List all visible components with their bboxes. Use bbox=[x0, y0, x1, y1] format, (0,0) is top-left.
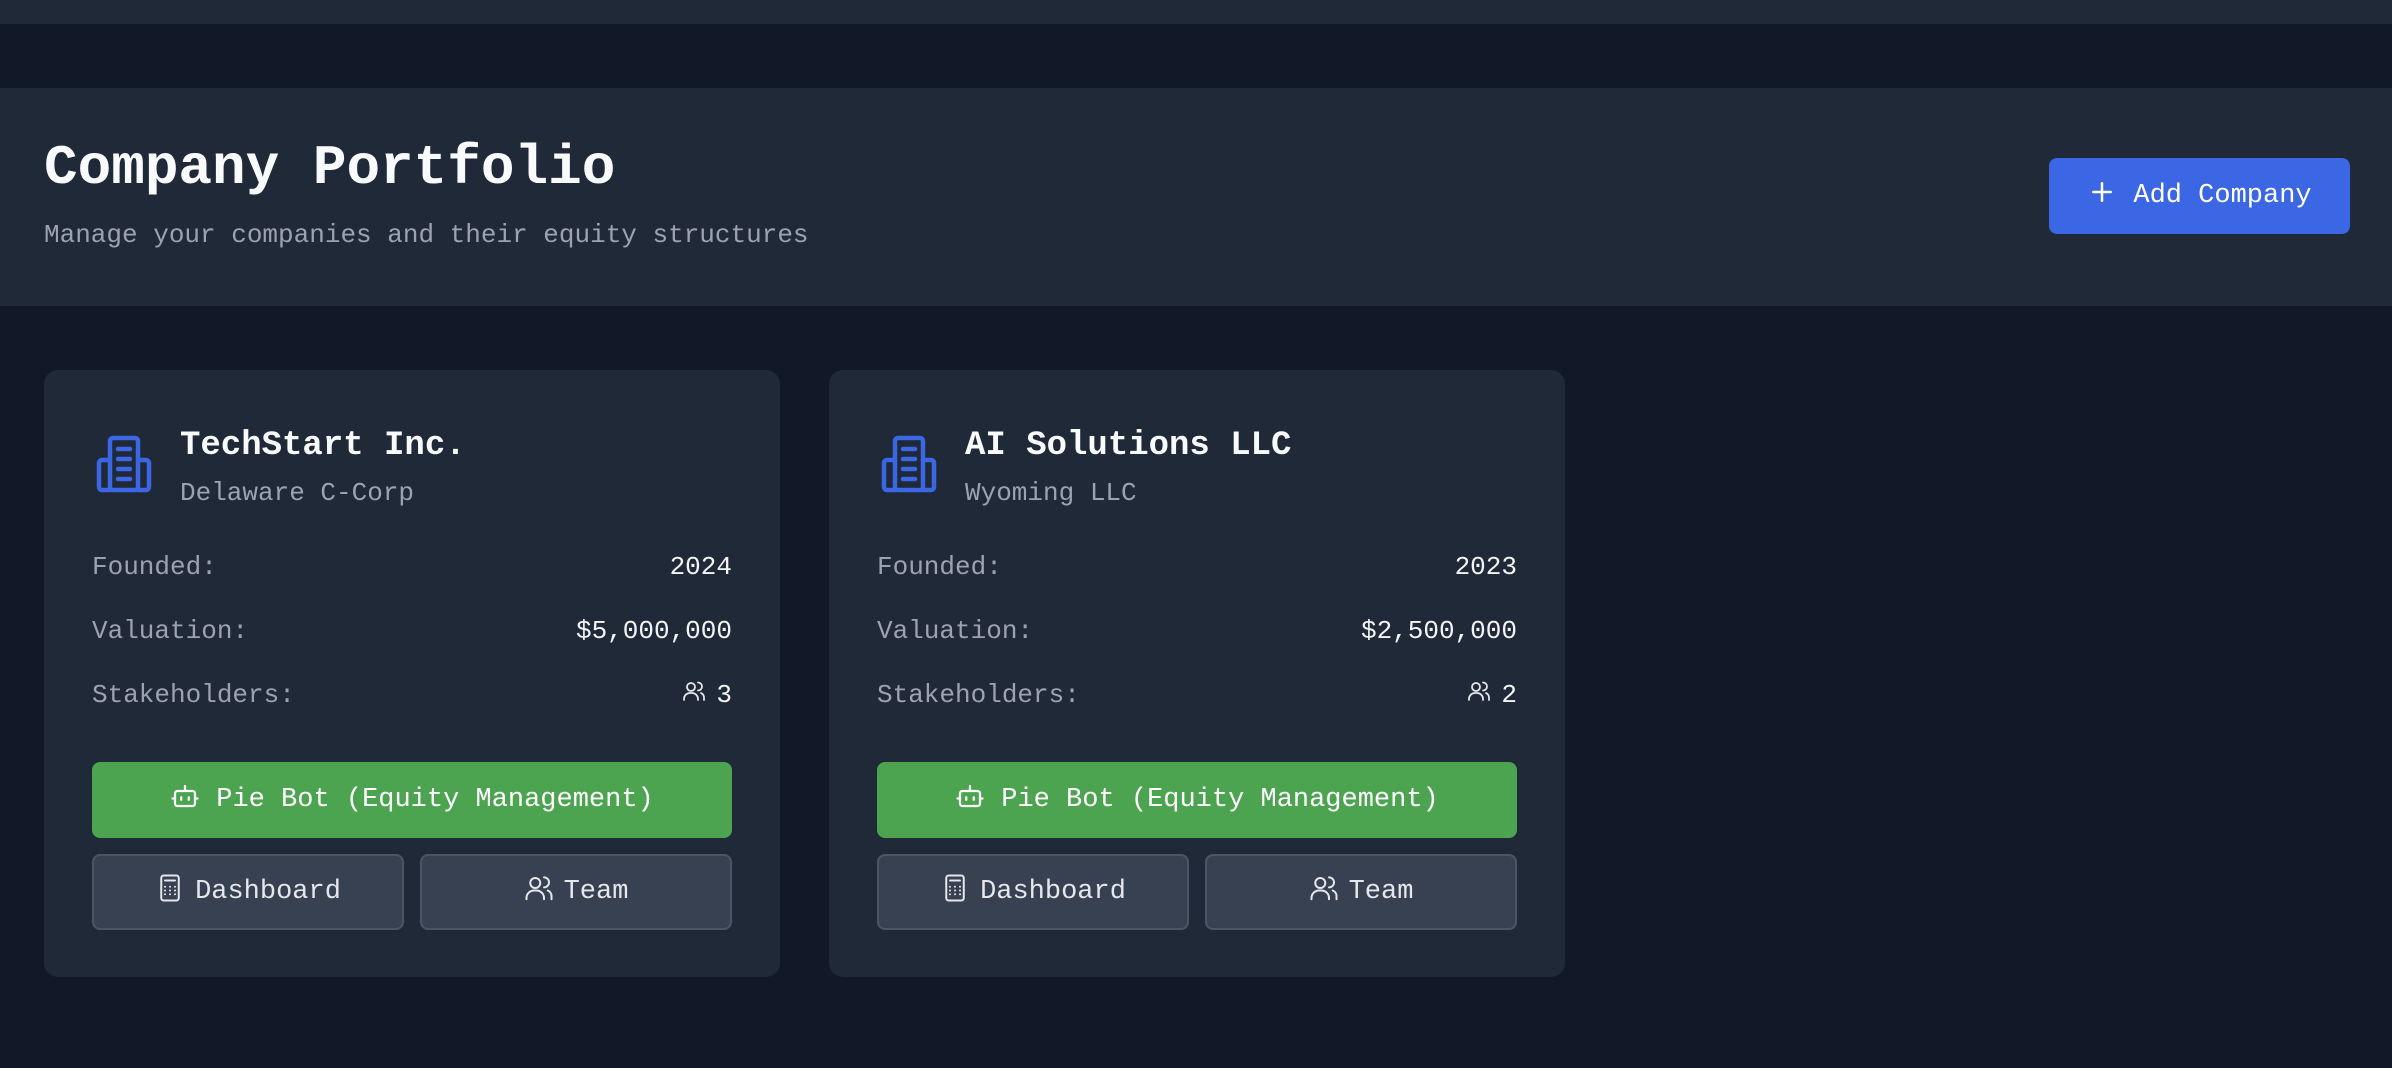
bot-icon bbox=[955, 781, 985, 820]
bot-icon bbox=[170, 781, 200, 820]
dashboard-button[interactable]: Dashboard bbox=[877, 854, 1189, 930]
team-button[interactable]: Team bbox=[420, 854, 732, 930]
page-subtitle: Manage your companies and their equity s… bbox=[44, 220, 809, 250]
stakeholders-count: 3 bbox=[716, 680, 732, 710]
stakeholders-label: Stakeholders: bbox=[92, 680, 295, 710]
founded-row: Founded: 2023 bbox=[877, 550, 1517, 584]
company-type: Wyoming LLC bbox=[965, 478, 1137, 508]
founded-label: Founded: bbox=[877, 552, 1002, 582]
stakeholders-count: 2 bbox=[1501, 680, 1517, 710]
pie-bot-label: Pie Bot (Equity Management) bbox=[1001, 785, 1439, 815]
valuation-row: Valuation: $5,000,000 bbox=[92, 614, 732, 648]
stakeholders-value: 3 bbox=[682, 679, 732, 711]
users-icon bbox=[1309, 873, 1339, 912]
top-bar bbox=[0, 0, 2392, 24]
add-company-button[interactable]: Add Company bbox=[2049, 158, 2350, 234]
stakeholders-row: Stakeholders: 3 bbox=[92, 678, 732, 712]
stakeholders-value: 2 bbox=[1467, 679, 1517, 711]
dashboard-label: Dashboard bbox=[195, 877, 341, 907]
team-button[interactable]: Team bbox=[1205, 854, 1517, 930]
page-title: Company Portfolio bbox=[44, 136, 616, 200]
valuation-label: Valuation: bbox=[877, 616, 1034, 646]
stakeholders-label: Stakeholders: bbox=[877, 680, 1080, 710]
company-card: TechStart Inc. Delaware C-Corp Founded: … bbox=[44, 370, 780, 977]
founded-label: Founded: bbox=[92, 552, 217, 582]
stakeholders-row: Stakeholders: 2 bbox=[877, 678, 1517, 712]
building-icon bbox=[92, 432, 156, 496]
users-icon bbox=[524, 873, 554, 912]
calculator-icon bbox=[155, 873, 185, 912]
valuation-label: Valuation: bbox=[92, 616, 249, 646]
team-label: Team bbox=[563, 877, 629, 907]
building-icon bbox=[877, 432, 941, 496]
company-name: AI Solutions LLC bbox=[965, 427, 1292, 465]
users-icon bbox=[682, 679, 706, 711]
company-type: Delaware C-Corp bbox=[180, 478, 415, 508]
calculator-icon bbox=[940, 873, 970, 912]
pie-bot-button[interactable]: Pie Bot (Equity Management) bbox=[877, 762, 1517, 838]
valuation-value: $2,500,000 bbox=[1360, 616, 1517, 646]
dashboard-label: Dashboard bbox=[980, 877, 1126, 907]
company-name: TechStart Inc. bbox=[180, 427, 466, 465]
team-label: Team bbox=[1348, 877, 1414, 907]
valuation-value: $5,000,000 bbox=[575, 616, 732, 646]
founded-value: 2024 bbox=[669, 552, 732, 582]
dashboard-button[interactable]: Dashboard bbox=[92, 854, 404, 930]
add-company-label: Add Company bbox=[2133, 181, 2312, 211]
valuation-row: Valuation: $2,500,000 bbox=[877, 614, 1517, 648]
users-icon bbox=[1467, 679, 1491, 711]
company-card: AI Solutions LLC Wyoming LLC Founded: 20… bbox=[829, 370, 1565, 977]
plus-icon bbox=[2087, 177, 2117, 216]
pie-bot-label: Pie Bot (Equity Management) bbox=[216, 785, 654, 815]
founded-value: 2023 bbox=[1454, 552, 1517, 582]
founded-row: Founded: 2024 bbox=[92, 550, 732, 584]
pie-bot-button[interactable]: Pie Bot (Equity Management) bbox=[92, 762, 732, 838]
